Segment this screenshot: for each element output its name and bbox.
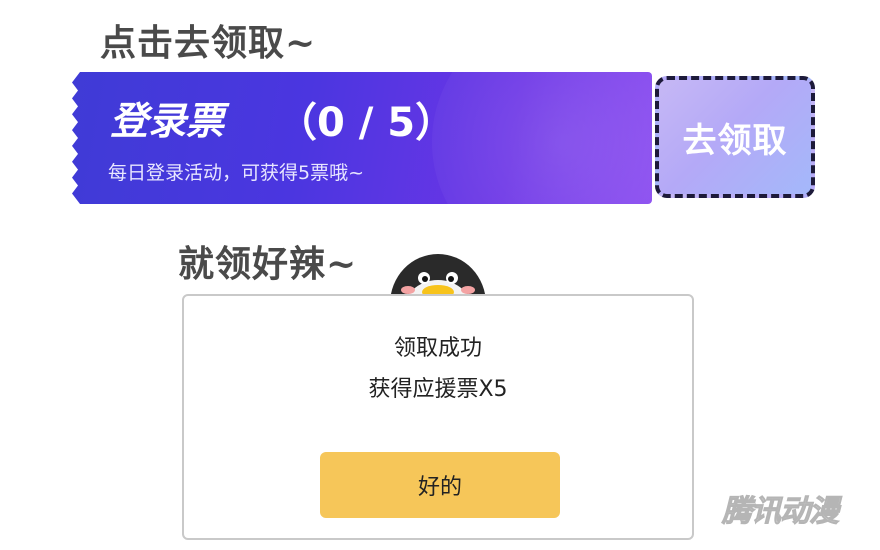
dialog-success-text: 领取成功 <box>393 336 482 361</box>
caption-click-to-claim: 点击去领取~ <box>100 22 317 64</box>
login-ticket-banner: 登录票 （0 / 5） 每日登录活动，可获得5票哦~ <box>72 72 652 204</box>
watermark-logo: 腾讯动漫 <box>722 494 840 530</box>
claim-button[interactable]: 去领取 <box>655 76 815 198</box>
claim-button-label: 去领取 <box>682 120 788 161</box>
ok-button-label: 好的 <box>417 475 462 500</box>
success-dialog: 领取成功 获得应援票X5 好的 <box>182 294 694 540</box>
ticket-title: 登录票 <box>110 99 225 143</box>
ticket-subtitle: 每日登录活动，可获得5票哦~ <box>108 162 365 184</box>
dialog-reward-text: 获得应援票X5 <box>368 377 508 402</box>
ticket-count: （0 / 5） <box>277 100 456 146</box>
ok-button[interactable]: 好的 <box>320 452 560 518</box>
caption-claimed: 就领好辣~ <box>178 243 358 285</box>
